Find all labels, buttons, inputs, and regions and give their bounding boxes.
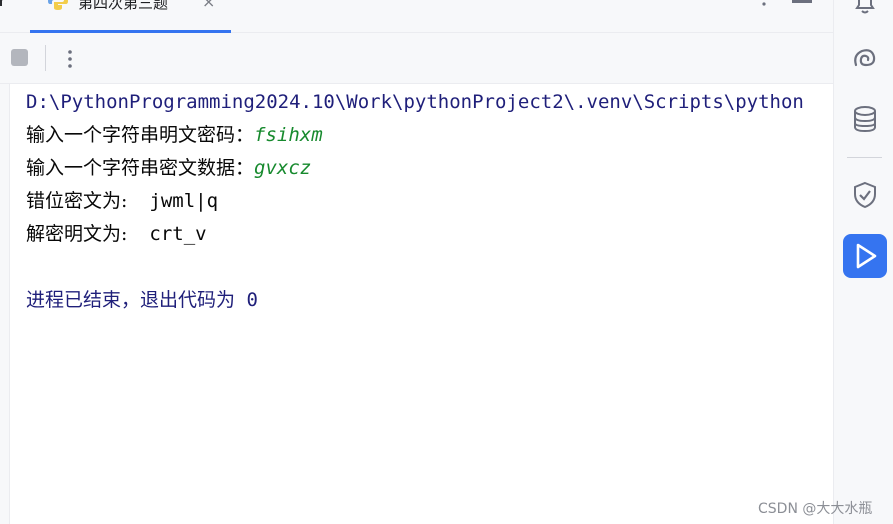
toolbar-more-icon[interactable] xyxy=(66,48,74,70)
console-line: 输入一个字符串密文数据：gvxcz xyxy=(26,155,311,181)
prompt-text: 错位密文为: xyxy=(26,190,128,212)
right-tool-bar xyxy=(833,0,893,524)
console-line: 错位密文为: jwml|q xyxy=(26,188,218,214)
output-value: jwml|q xyxy=(149,190,219,212)
console-line: 解密明文为: crt_v xyxy=(26,221,207,247)
more-options-icon[interactable] xyxy=(760,0,768,12)
command-path: D:\PythonProgramming2024.10\Work\pythonP… xyxy=(26,91,804,113)
editor-tab-bar: 第四次第三题 × xyxy=(0,0,834,33)
tab-fourth-third-question[interactable]: 第四次第三题 × xyxy=(30,0,231,33)
console-line: 输入一个字符串明文密码：fsihxm xyxy=(26,122,323,148)
console-gutter xyxy=(0,84,10,524)
pin-icon[interactable] xyxy=(0,0,8,8)
minimize-icon[interactable] xyxy=(792,0,812,3)
prompt-text: 输入一个字符串明文密码： xyxy=(26,124,255,146)
prompt-text: 解密明文为: xyxy=(26,223,128,245)
toolbar-separator xyxy=(847,157,882,158)
ai-assistant-icon[interactable] xyxy=(850,45,880,75)
close-tab-icon[interactable]: × xyxy=(202,0,215,12)
run-toolbar xyxy=(0,33,834,84)
run-console[interactable]: D:\PythonProgramming2024.10\Work\pythonP… xyxy=(26,86,834,524)
process-exit-line: 进程已结束，退出代码为 0 xyxy=(26,287,258,313)
stop-button[interactable] xyxy=(11,49,28,66)
user-input: fsihxm xyxy=(254,124,323,146)
security-shield-icon[interactable] xyxy=(850,180,880,210)
output-value: crt_v xyxy=(149,223,207,245)
watermark: CSDN @大大水瓶 xyxy=(758,501,873,517)
user-input: gvxcz xyxy=(254,157,312,179)
database-icon[interactable] xyxy=(850,104,880,134)
python-file-icon xyxy=(48,0,68,10)
exit-code: 0 xyxy=(246,289,258,311)
toolbar-divider xyxy=(45,45,46,71)
play-icon xyxy=(856,243,877,269)
notifications-icon[interactable] xyxy=(850,0,880,18)
run-tool-window-button[interactable] xyxy=(843,234,887,278)
tab-label: 第四次第三题 xyxy=(78,0,169,12)
prompt-text: 输入一个字符串密文数据： xyxy=(26,157,255,179)
exit-message: 进程已结束，退出代码为 xyxy=(26,289,236,311)
